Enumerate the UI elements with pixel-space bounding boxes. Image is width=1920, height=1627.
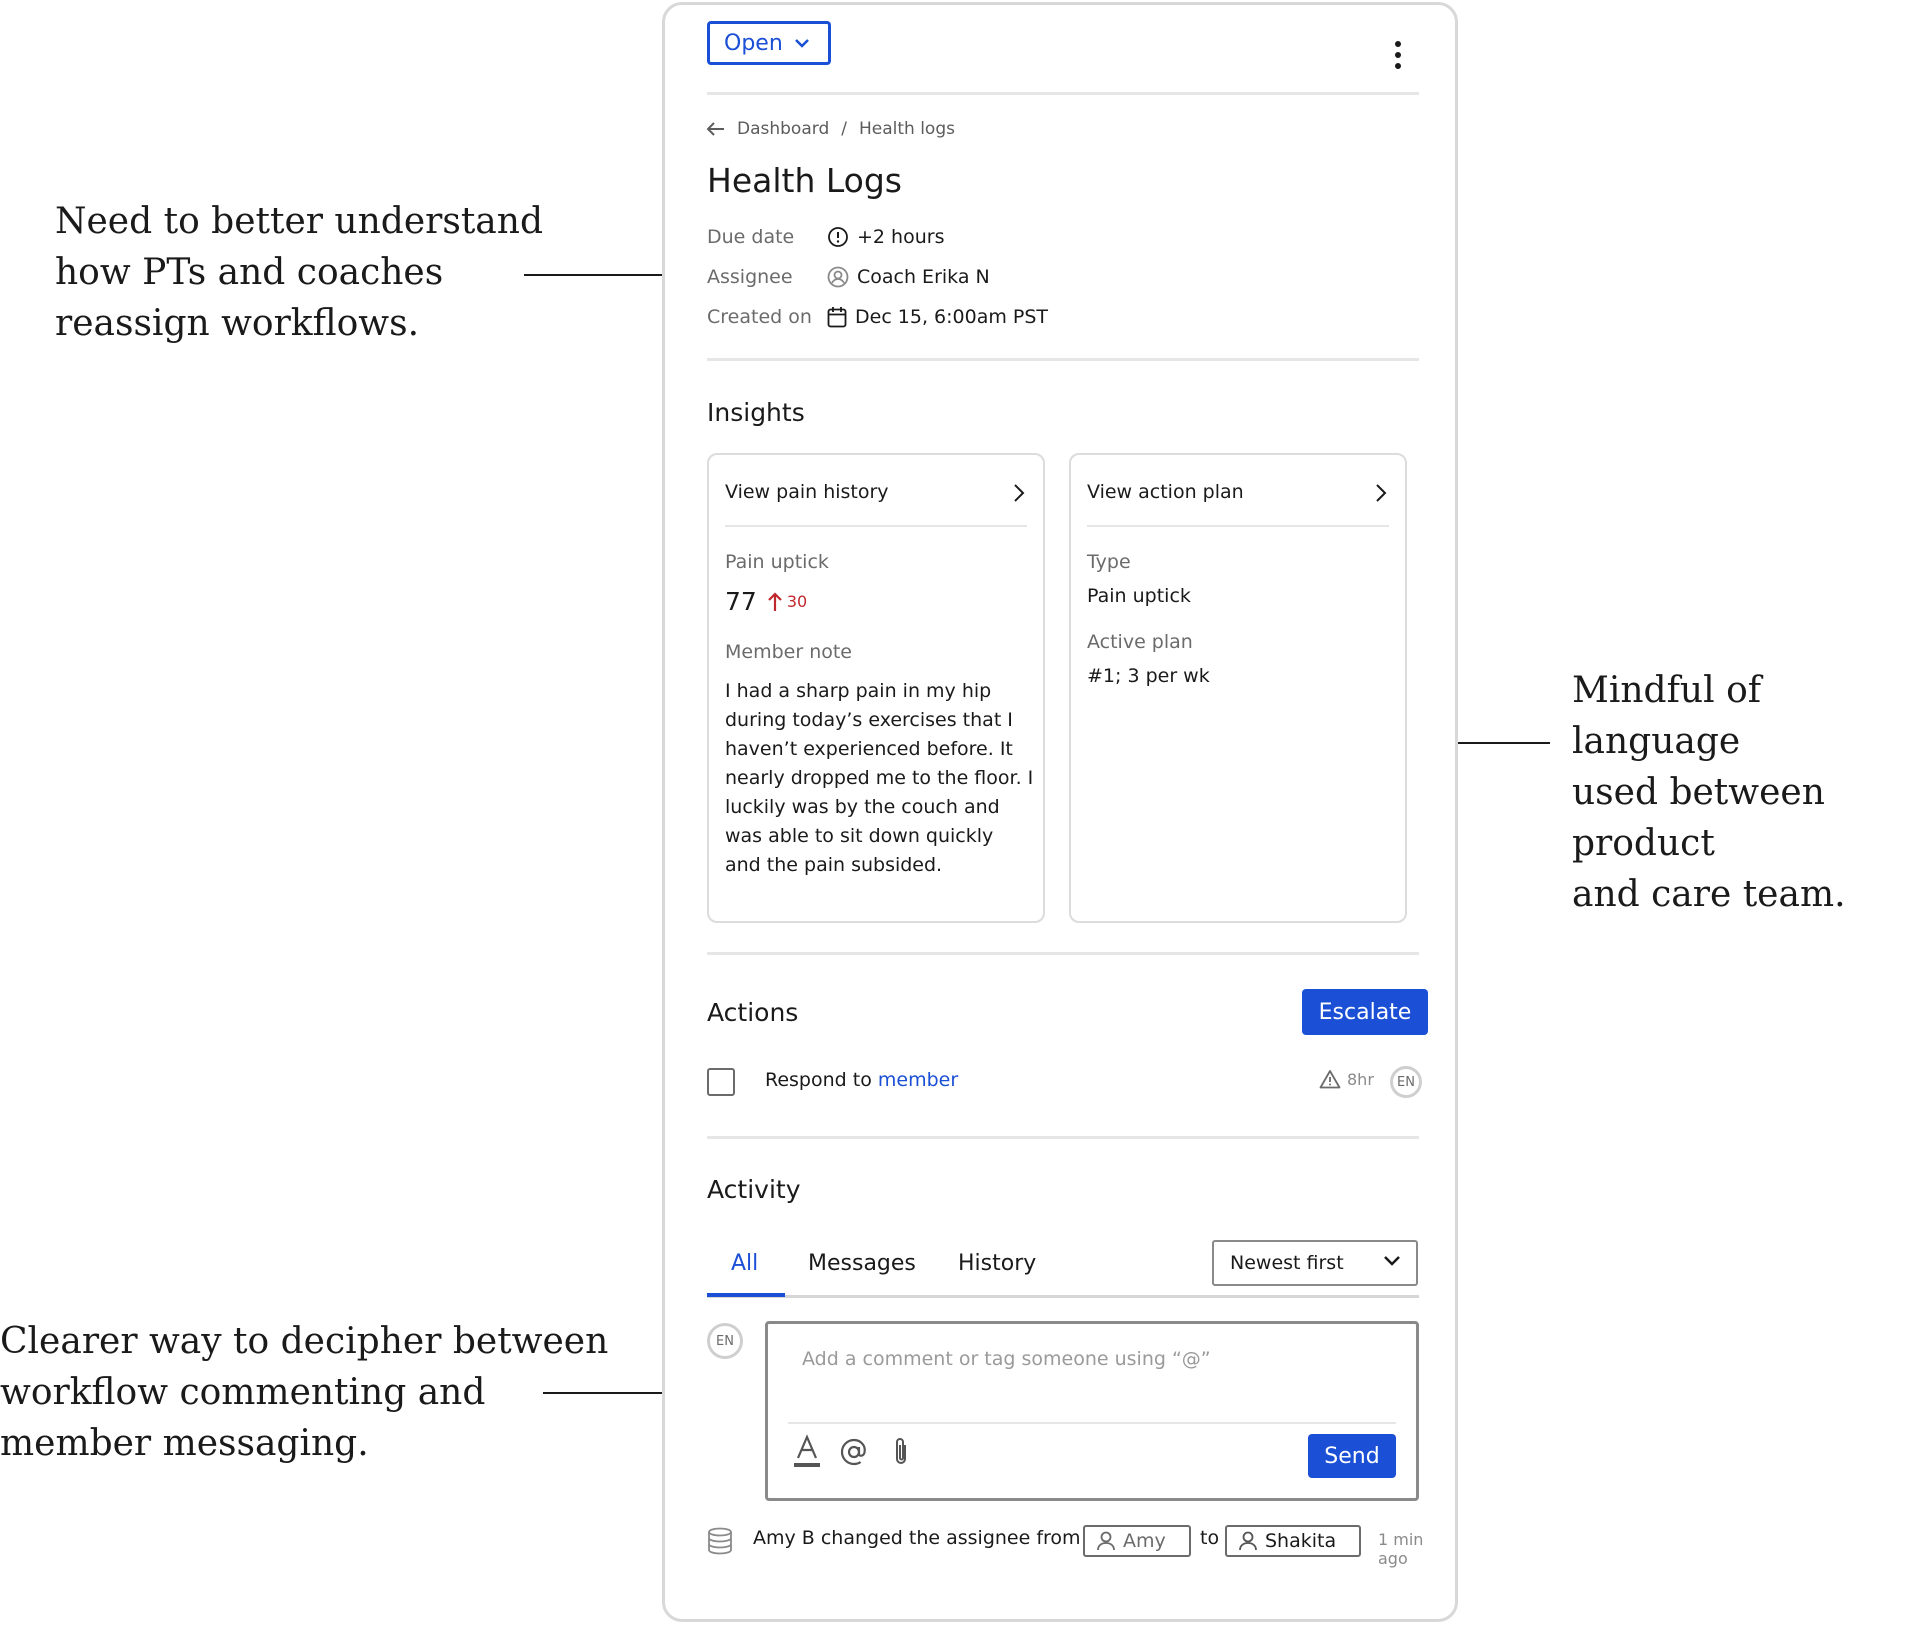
divider: [1087, 525, 1389, 527]
active-plan-label: Active plan: [1087, 631, 1193, 653]
pain-delta: 30: [767, 591, 807, 612]
clock-alert-icon: [828, 227, 848, 247]
user-icon: [1239, 1531, 1257, 1551]
phone-frame: Open Dashboard / Health logs Health Logs…: [662, 2, 1458, 1622]
warning-icon: [1319, 1070, 1341, 1089]
member-link[interactable]: member: [878, 1069, 958, 1091]
task-checkbox[interactable]: [707, 1068, 735, 1096]
annotation-commenting: Clearer way to decipher between workflow…: [0, 1321, 609, 1464]
escalate-button[interactable]: Escalate: [1302, 989, 1428, 1035]
calendar-icon: [827, 307, 847, 328]
history-entry-text: Amy B changed the assignee from: [753, 1527, 1081, 1549]
avatar: EN: [1390, 1066, 1422, 1098]
user-circle-icon: [827, 266, 849, 288]
divider: [707, 1136, 1419, 1139]
database-icon: [708, 1527, 732, 1555]
mention-icon[interactable]: [840, 1438, 868, 1466]
comment-input[interactable]: Add a comment or tag someone using “@”: [802, 1348, 1211, 1370]
due-date-value: +2 hours: [827, 226, 944, 248]
actions-heading: Actions: [707, 998, 799, 1027]
user-icon: [1097, 1531, 1115, 1551]
avatar: EN: [707, 1323, 743, 1359]
tab-messages[interactable]: Messages: [808, 1251, 916, 1276]
tab-all[interactable]: All: [731, 1251, 758, 1276]
task-respond: Respond to member: [765, 1069, 959, 1091]
paperclip-icon[interactable]: [891, 1436, 911, 1468]
activity-heading: Activity: [707, 1175, 801, 1204]
divider: [725, 525, 1027, 527]
chevron-right-icon[interactable]: [1375, 483, 1387, 503]
arrow-up-icon: [768, 591, 782, 611]
member-note-text: I had a sharp pain in my hip during toda…: [725, 680, 1034, 876]
member-note-label: Member note: [725, 641, 852, 663]
send-button[interactable]: Send: [1308, 1434, 1396, 1478]
pain-history-card: View pain history Pain uptick 77 30 Memb…: [707, 453, 1045, 923]
text-format-icon[interactable]: [792, 1434, 822, 1470]
comment-composer[interactable]: Add a comment or tag someone using “@” S…: [765, 1321, 1419, 1501]
tab-bar-divider: [707, 1295, 1419, 1298]
assignee-chip-from: Amy: [1083, 1525, 1191, 1557]
action-plan-card: View action plan Type Pain uptick Active…: [1069, 453, 1407, 923]
view-pain-history-link[interactable]: View pain history: [725, 481, 889, 503]
divider: [788, 1422, 1396, 1424]
status-label: Open: [724, 30, 783, 56]
pain-metric: 77 30: [725, 587, 807, 616]
active-plan-value: #1; 3 per wk: [1087, 665, 1210, 687]
assignee-chip-to: Shakita: [1225, 1525, 1361, 1557]
insights-heading: Insights: [707, 398, 805, 427]
more-options-icon[interactable]: [1395, 41, 1403, 75]
pain-uptick-label: Pain uptick: [725, 551, 829, 573]
page-title: Health Logs: [707, 161, 902, 200]
chevron-down-icon: [1384, 1256, 1400, 1266]
type-value: Pain uptick: [1087, 585, 1191, 607]
active-tab-indicator: [707, 1293, 785, 1297]
tab-history[interactable]: History: [958, 1251, 1036, 1276]
breadcrumb-dashboard[interactable]: Dashboard: [737, 119, 829, 139]
sort-dropdown[interactable]: Newest first: [1212, 1240, 1418, 1286]
created-value: Dec 15, 6:00am PST: [827, 306, 1048, 328]
divider: [707, 92, 1419, 95]
type-label: Type: [1087, 551, 1131, 573]
assignee-label: Assignee: [707, 266, 793, 288]
created-label: Created on: [707, 306, 812, 328]
view-action-plan-link[interactable]: View action plan: [1087, 481, 1244, 503]
task-due: 8hr: [1319, 1069, 1374, 1089]
divider: [707, 358, 1419, 361]
assignee-value[interactable]: Coach Erika N: [827, 266, 990, 288]
due-date-label: Due date: [707, 226, 795, 248]
chevron-right-icon[interactable]: [1013, 483, 1025, 503]
history-to-word: to: [1200, 1527, 1220, 1549]
divider: [707, 952, 1419, 955]
chevron-down-icon: [794, 38, 809, 48]
status-dropdown[interactable]: Open: [707, 21, 831, 65]
history-timestamp: 1 min ago: [1378, 1530, 1424, 1568]
annotation-reassign: Need to better understand how PTs and co…: [55, 201, 543, 344]
back-arrow-icon[interactable]: [707, 122, 725, 136]
annotation-language: Mindful of language used between product…: [1572, 670, 1846, 915]
breadcrumb-current: Health logs: [858, 119, 955, 139]
breadcrumb: Dashboard / Health logs: [707, 119, 955, 139]
pain-score: 77: [725, 587, 757, 616]
breadcrumb-separator: /: [841, 119, 847, 139]
